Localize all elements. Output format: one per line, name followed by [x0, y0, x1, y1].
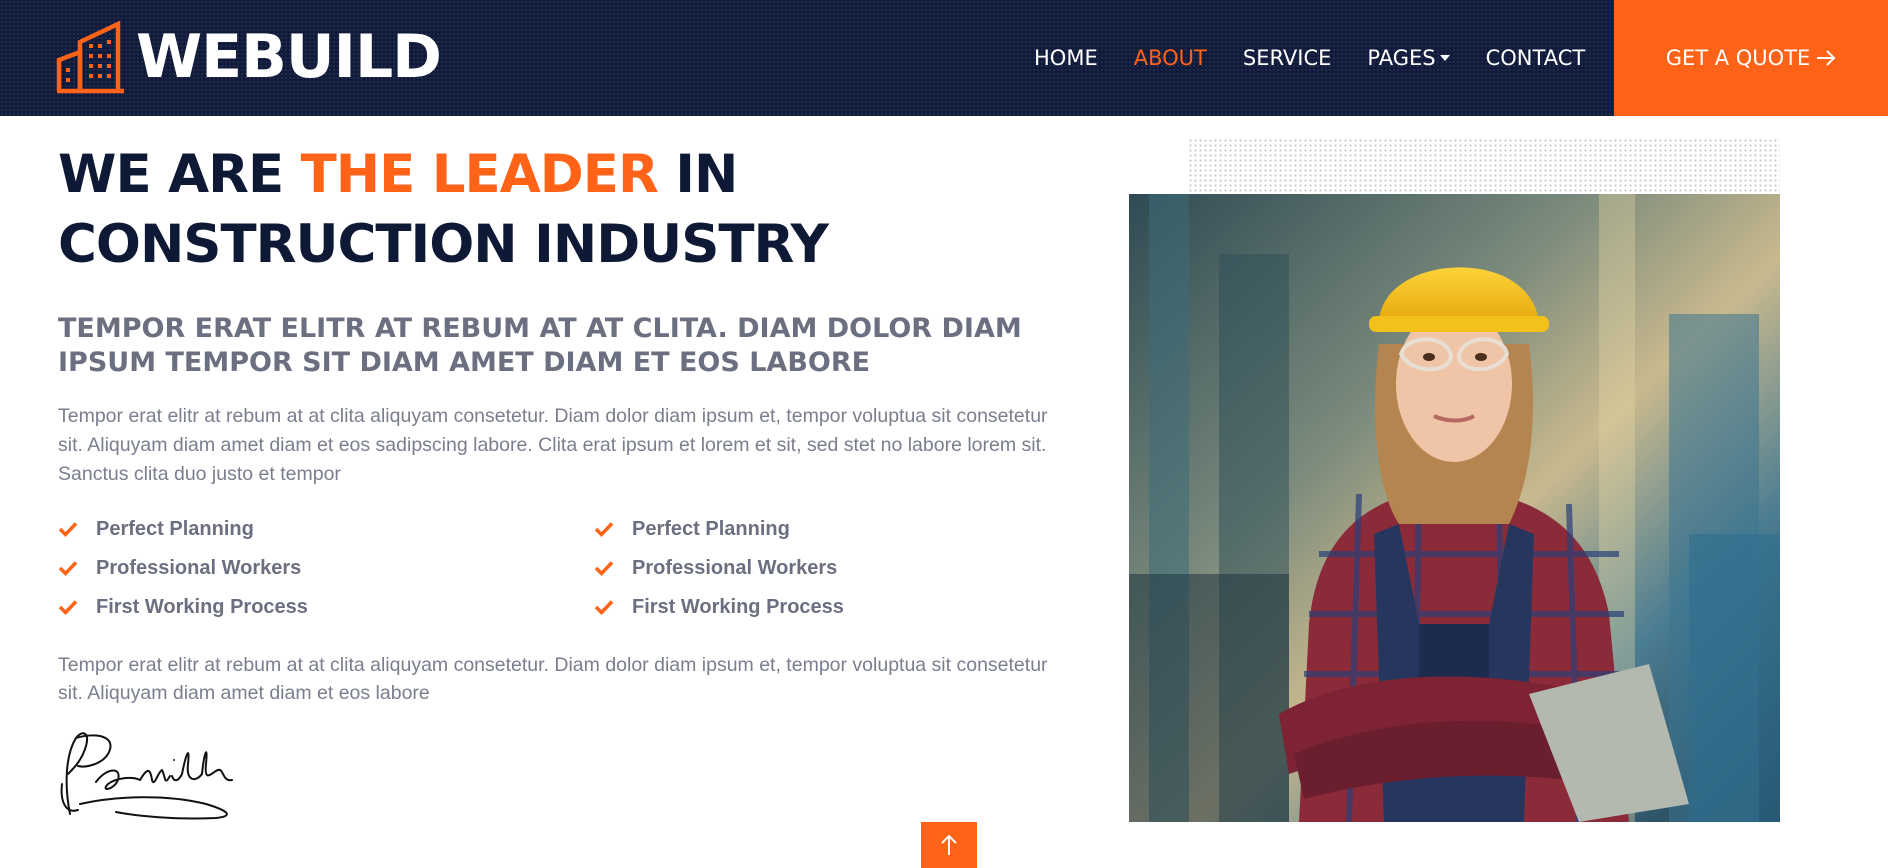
check-icon — [58, 561, 78, 576]
title-part: WE ARE — [58, 144, 301, 205]
nav-label: HOME — [1034, 46, 1098, 70]
nav-label: CONTACT — [1485, 46, 1586, 70]
closing-paragraph: Tempor erat elitr at rebum at at clita a… — [58, 654, 1048, 704]
arrow-up-icon — [941, 834, 957, 855]
navbar: WEBUILD HOME ABOUT SERVICE PAGES CONTACT… — [0, 0, 1888, 116]
page-title: WE ARE THE LEADER IN CONSTRUCTION INDUST… — [58, 140, 1048, 280]
feature-label: First Working Process — [632, 595, 844, 618]
signature-image — [60, 732, 233, 820]
title-accent: THE LEADER — [300, 144, 659, 205]
feature-item: Perfect Planning — [594, 515, 1054, 543]
feature-label: Perfect Planning — [96, 517, 254, 540]
arrow-right-icon — [1817, 50, 1836, 66]
nav-item-service[interactable]: SERVICE — [1243, 46, 1332, 70]
feature-label: First Working Process — [96, 595, 308, 618]
intro-paragraph: Tempor erat elitr at rebum at at clita a… — [58, 405, 1048, 485]
nav-label: SERVICE — [1242, 46, 1332, 70]
nav-label: PAGES — [1367, 46, 1436, 70]
nav-item-about[interactable]: ABOUT — [1134, 46, 1207, 70]
nav-label: ABOUT — [1133, 46, 1207, 70]
back-to-top-button[interactable] — [921, 822, 977, 868]
nav-item-home[interactable]: HOME — [1034, 46, 1098, 70]
nav-item-contact[interactable]: CONTACT — [1486, 46, 1586, 70]
check-icon — [594, 522, 614, 537]
nav-item-pages[interactable]: PAGES — [1367, 46, 1450, 70]
worker-photo — [1129, 194, 1780, 822]
subheading: TEMPOR ERAT ELITR AT REBUM AT AT CLITA. … — [58, 313, 1022, 378]
main-nav: HOME ABOUT SERVICE PAGES CONTACT — [1034, 0, 1621, 116]
feature-item: First Working Process — [594, 593, 1054, 621]
feature-label: Professional Workers — [96, 556, 302, 579]
building-icon — [56, 20, 124, 94]
feature-item: Perfect Planning — [58, 515, 594, 543]
feature-label: Professional Workers — [632, 556, 838, 579]
check-icon — [58, 600, 78, 615]
worker-illustration — [1129, 194, 1780, 822]
feature-item: First Working Process — [58, 593, 594, 621]
check-icon — [58, 522, 78, 537]
about-section: WE ARE THE LEADER IN CONSTRUCTION INDUST… — [58, 140, 1048, 707]
brand-logo[interactable]: WEBUILD — [56, 18, 442, 96]
feature-list: Perfect Planning Perfect Planning Profes… — [58, 515, 1048, 621]
feature-label: Perfect Planning — [632, 517, 790, 540]
check-icon — [594, 600, 614, 615]
get-quote-label: GET A QUOTE — [1665, 46, 1811, 70]
brand-name: WEBUILD — [136, 22, 442, 92]
caret-down-icon — [1439, 55, 1450, 61]
check-icon — [594, 561, 614, 576]
get-quote-button[interactable]: GET A QUOTE — [1614, 0, 1888, 116]
feature-item: Professional Workers — [594, 554, 1054, 582]
feature-item: Professional Workers — [58, 554, 594, 582]
